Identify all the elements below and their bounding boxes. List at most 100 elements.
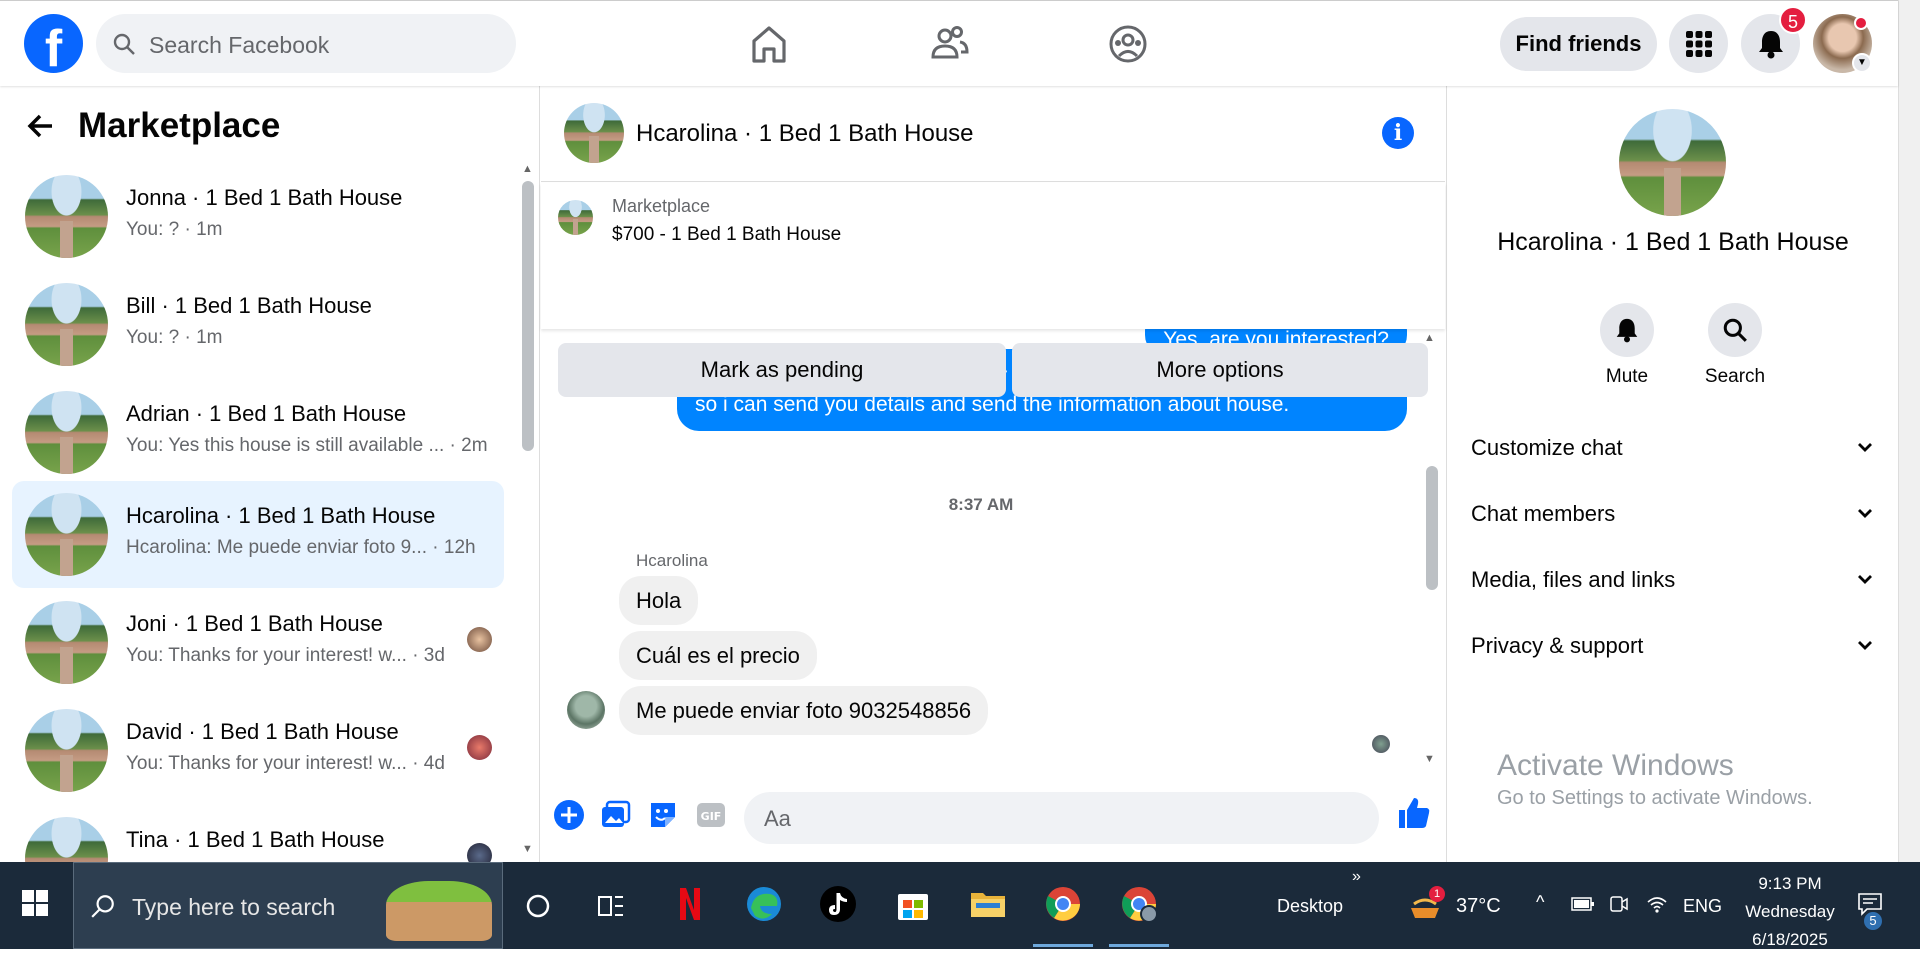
chat-avatar[interactable] (564, 103, 624, 163)
page-scrollbar[interactable] (1898, 0, 1920, 862)
conversation-avatar[interactable] (1619, 109, 1726, 216)
conversation-name: Adrian · 1 Bed 1 Bath House (126, 401, 407, 426)
tray-expand-chevron-icon[interactable]: ^ (1536, 892, 1544, 913)
marketplace-sidebar: Marketplace Jonna · 1 Bed 1 Bath House Y… (0, 86, 540, 862)
file-explorer-icon[interactable] (968, 884, 1008, 924)
sidebar-scrollbar[interactable] (522, 181, 534, 451)
chat-members-section[interactable]: Chat members (1471, 494, 1875, 534)
facebook-logo[interactable]: f (24, 14, 83, 73)
mute-action[interactable]: Mute (1587, 303, 1667, 388)
scroll-up-arrow-icon[interactable]: ▲ (1424, 332, 1435, 344)
weather-badge: 1 (1429, 886, 1445, 902)
active-app-indicator (1033, 944, 1093, 947)
top-navigation-bar: f Search Facebook Find friends 5 ▼ (0, 0, 1898, 86)
chat-scrollbar[interactable] (1426, 466, 1438, 590)
incoming-message: Hola (619, 576, 699, 625)
conversation-item[interactable]: David · 1 Bed 1 Bath House You: Thanks f… (12, 697, 504, 804)
conversation-preview: You: ? · 1m (126, 327, 223, 348)
section-label: Customize chat (1471, 435, 1623, 460)
menu-button[interactable] (1669, 14, 1728, 73)
search-action[interactable]: Search (1695, 303, 1775, 388)
listing-thumbnail (25, 817, 108, 862)
conversation-preview: You: ? · 1m (126, 219, 223, 240)
chevron-down-icon (1858, 509, 1872, 518)
meet-now-icon[interactable] (1609, 893, 1629, 915)
seen-avatar (467, 735, 492, 760)
edge-browser-icon[interactable] (744, 884, 784, 924)
clock-day: Wednesday (1745, 902, 1835, 921)
chevron-down-icon (1858, 443, 1872, 452)
search-icon (91, 895, 114, 918)
conversation-name: Tina · 1 Bed 1 Bath House (126, 827, 385, 852)
conversation-name: Bill · 1 Bed 1 Bath House (126, 293, 372, 318)
listing-thumbnail (25, 493, 108, 576)
sender-avatar[interactable] (567, 691, 605, 729)
customize-chat-section[interactable]: Customize chat (1471, 428, 1875, 468)
chrome-icon[interactable] (1043, 884, 1083, 924)
conversation-item[interactable]: Tina · 1 Bed 1 Bath House (12, 805, 504, 862)
search-icon (1723, 318, 1747, 342)
mark-as-pending-button[interactable]: Mark as pending (558, 343, 1006, 397)
chrome-profile-icon[interactable] (1119, 884, 1159, 924)
temperature[interactable]: 37°C (1456, 895, 1501, 918)
overflow-chevron-icon[interactable]: » (1352, 868, 1361, 886)
grid-menu-icon (1685, 30, 1712, 57)
conversation-item-active[interactable]: Hcarolina · 1 Bed 1 Bath House Hcarolina… (12, 481, 504, 588)
message-input[interactable]: Aa (744, 792, 1565, 844)
battery-icon[interactable] (1571, 896, 1595, 912)
conversation-details-panel: Hcarolina · 1 Bed 1 Bath House Mute Sear… (1446, 86, 1898, 862)
plus-icon[interactable] (553, 799, 585, 831)
listing-thumbnail (25, 709, 108, 792)
sticker-icon[interactable] (647, 799, 679, 831)
conversation-name: Joni · 1 Bed 1 Bath House (126, 611, 383, 636)
conversation-preview: You: Thanks for your interest! w... · 3d (126, 645, 445, 666)
conversation-item[interactable]: Adrian · 1 Bed 1 Bath House You: Yes thi… (12, 379, 504, 486)
profile-status-dot (1854, 16, 1868, 30)
home-icon[interactable] (744, 19, 794, 69)
scroll-down-arrow-icon[interactable]: ▼ (1424, 753, 1435, 765)
account-chevron-icon[interactable]: ▼ (1852, 53, 1872, 73)
photo-icon[interactable] (599, 799, 631, 831)
listing-price[interactable]: $700 - 1 Bed 1 Bath House (612, 224, 841, 246)
windows-start-icon[interactable] (22, 890, 48, 916)
info-icon[interactable]: i (1382, 117, 1414, 149)
scroll-up-arrow-icon[interactable]: ▲ (522, 163, 533, 175)
media-files-links-section[interactable]: Media, files and links (1471, 560, 1875, 600)
tiktok-icon[interactable] (818, 884, 858, 924)
svg-text:GIF: GIF (701, 810, 722, 823)
incoming-message: Me puede enviar foto 9032548856 (619, 686, 989, 735)
taskbar-search-input[interactable]: Type here to search (73, 862, 503, 949)
back-arrow-icon[interactable] (26, 111, 56, 141)
thumbs-up-icon[interactable] (1396, 795, 1432, 831)
listing-thumbnail (25, 601, 108, 684)
more-options-button[interactable]: More options (1012, 343, 1428, 397)
search-facebook-input[interactable]: Search Facebook (96, 14, 516, 73)
gif-icon[interactable]: GIF (695, 799, 727, 831)
chevron-down-icon (1858, 641, 1872, 650)
netflix-icon[interactable] (670, 884, 710, 924)
cortana-icon[interactable] (525, 893, 551, 919)
find-friends-button[interactable]: Find friends (1500, 17, 1657, 71)
listing-thumbnail[interactable] (558, 200, 593, 235)
desktop-toolbar-label[interactable]: Desktop (1277, 896, 1343, 917)
privacy-support-section[interactable]: Privacy & support (1471, 626, 1875, 666)
friends-icon[interactable] (924, 19, 974, 69)
chat-title[interactable]: Hcarolina · 1 Bed 1 Bath House (636, 120, 974, 148)
microsoft-store-icon[interactable] (893, 884, 933, 924)
conversation-item[interactable]: Joni · 1 Bed 1 Bath House You: Thanks fo… (12, 589, 504, 696)
groups-icon[interactable] (1103, 19, 1153, 69)
seen-avatar (467, 627, 492, 652)
windows-taskbar: Type here to search » Desktop 1 37°C ^ E… (0, 862, 1920, 949)
wifi-icon[interactable] (1646, 894, 1668, 914)
conversation-item[interactable]: Jonna · 1 Bed 1 Bath House You: ? · 1m (12, 163, 504, 270)
scroll-down-arrow-icon[interactable]: ▼ (522, 843, 533, 855)
language-indicator[interactable]: ENG (1683, 896, 1722, 917)
active-app-indicator (1109, 944, 1169, 947)
action-center-badge: 5 (1862, 910, 1884, 932)
search-icon (113, 33, 135, 55)
conversation-item[interactable]: Bill · 1 Bed 1 Bath House You: ? · 1m (12, 271, 504, 378)
clock[interactable]: 9:13 PM Wednesday 6/18/2025 (1720, 870, 1860, 954)
chevron-down-icon (1858, 575, 1872, 584)
activate-windows-subtitle: Go to Settings to activate Windows. (1497, 787, 1813, 809)
task-view-icon[interactable] (597, 893, 625, 919)
